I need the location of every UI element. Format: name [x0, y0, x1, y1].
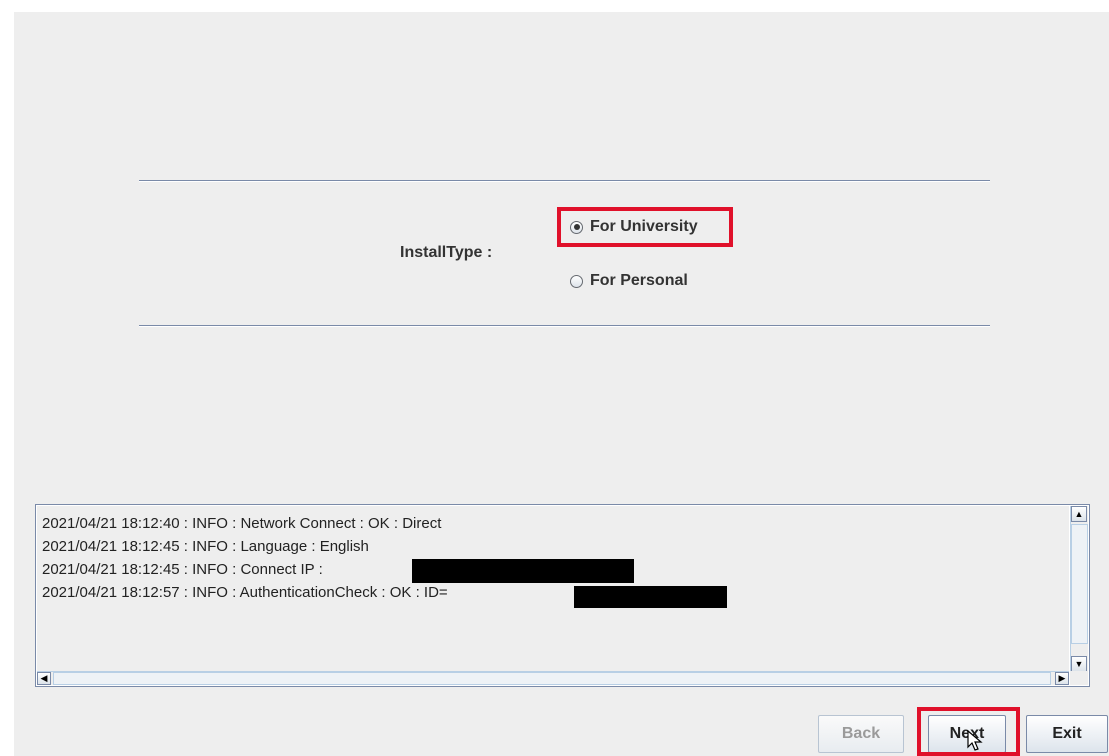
log-line: 2021/04/21 18:12:57 : INFO : Authenticat… — [42, 584, 448, 601]
separator-bottom — [139, 325, 990, 327]
scroll-right-arrow-icon[interactable]: ▶ — [1055, 672, 1069, 685]
next-button[interactable]: Next — [928, 715, 1006, 753]
radio-unselected-icon[interactable] — [570, 274, 583, 288]
scroll-left-arrow-icon[interactable]: ◀ — [37, 672, 51, 685]
exit-button[interactable]: Exit — [1026, 715, 1108, 753]
radio-for-personal-label: For Personal — [590, 272, 688, 289]
vertical-scroll-thumb[interactable] — [1071, 524, 1088, 644]
redaction-box — [412, 559, 634, 583]
installer-window: InstallType : For University For Persona… — [0, 0, 1109, 756]
log-line: 2021/04/21 18:12:45 : INFO : Connect IP … — [42, 561, 323, 578]
log-line: 2021/04/21 18:12:40 : INFO : Network Con… — [42, 515, 442, 532]
horizontal-scroll-thumb[interactable] — [53, 672, 1051, 685]
scroll-corner — [1070, 671, 1088, 685]
scroll-up-arrow-icon[interactable]: ▲ — [1071, 506, 1087, 522]
back-button[interactable]: Back — [818, 715, 904, 753]
radio-for-university-label: For University — [590, 218, 698, 235]
separator-top — [139, 180, 990, 182]
log-scroll-pane[interactable]: 2021/04/21 18:12:40 : INFO : Network Con… — [35, 504, 1090, 687]
radio-selected-icon[interactable] — [570, 220, 583, 234]
log-text-area[interactable]: 2021/04/21 18:12:40 : INFO : Network Con… — [37, 506, 1069, 672]
log-line: 2021/04/21 18:12:45 : INFO : Language : … — [42, 538, 369, 555]
horizontal-scrollbar[interactable]: ◀ ▶ — [37, 671, 1069, 685]
radio-for-personal[interactable]: For Personal — [570, 272, 688, 290]
window-top-border — [0, 0, 1109, 12]
scroll-down-arrow-icon[interactable]: ▼ — [1071, 656, 1087, 672]
redaction-box — [574, 586, 727, 608]
install-type-label: InstallType : — [400, 244, 493, 261]
window-left-border — [0, 0, 14, 756]
vertical-scrollbar[interactable]: ▲ ▼ — [1070, 506, 1088, 672]
radio-for-university[interactable]: For University — [570, 218, 698, 236]
